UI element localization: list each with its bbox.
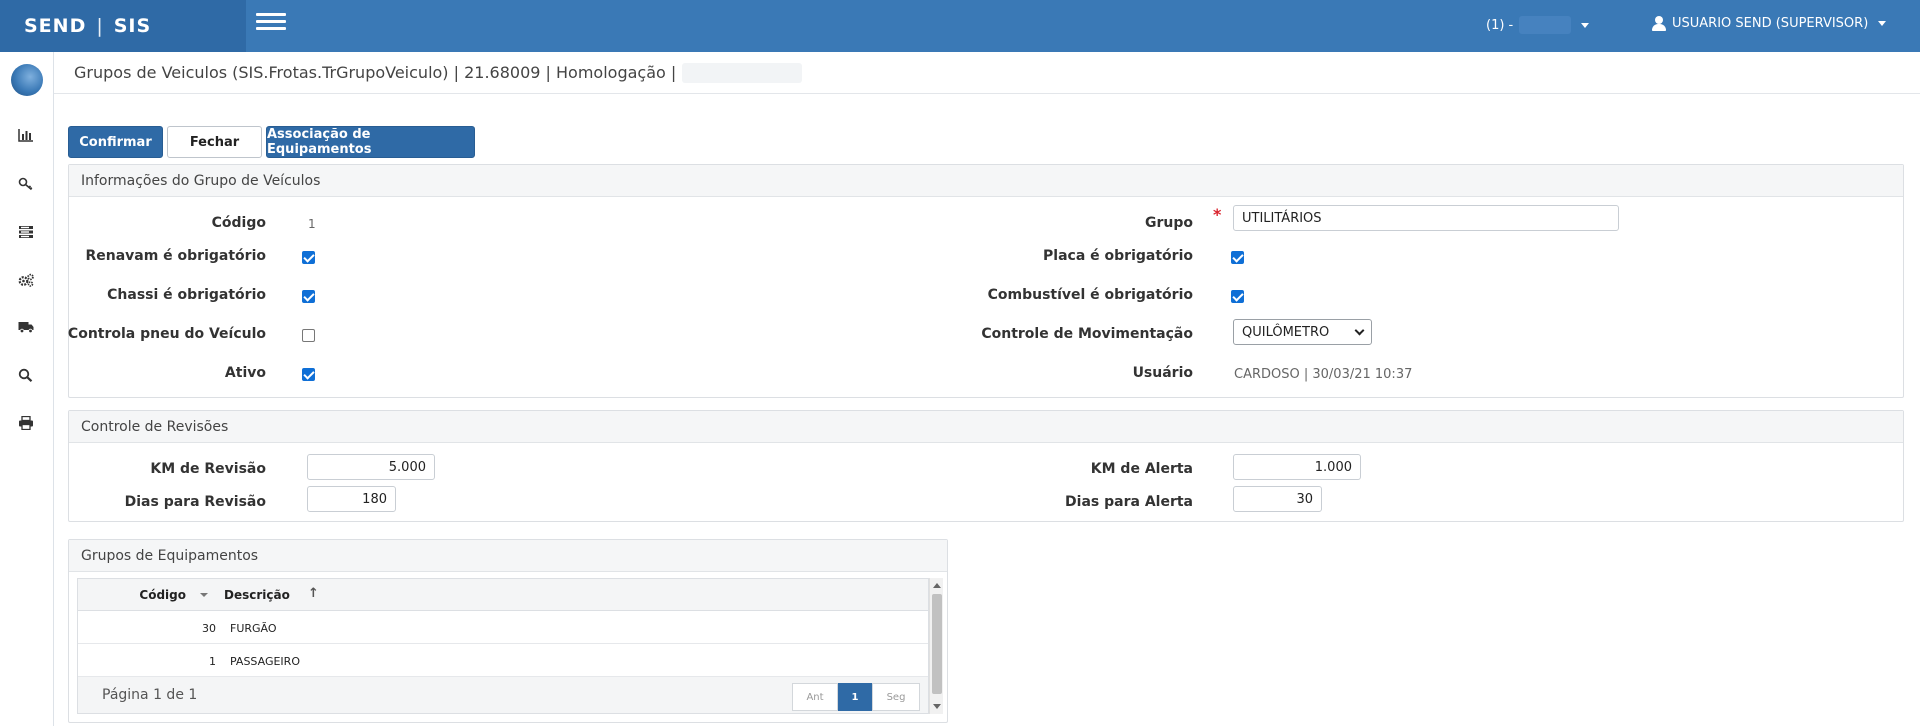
chevron-down-icon	[1581, 22, 1590, 28]
renavam-checkbox[interactable]	[302, 251, 315, 264]
combustivel-label: Combustível é obrigatório	[987, 287, 1193, 303]
company-label: (1) -	[1486, 17, 1514, 33]
next-page-button[interactable]: Seg	[872, 683, 920, 711]
dias-alerta-input[interactable]: 30	[1233, 486, 1322, 512]
column-descricao[interactable]: Descrição	[224, 588, 290, 602]
list-icon[interactable]	[17, 225, 35, 241]
required-marker: *	[1213, 205, 1222, 224]
page-title: Grupos de Veiculos (SIS.Frotas.TrGrupoVe…	[74, 63, 677, 82]
ativo-checkbox[interactable]	[302, 368, 315, 381]
company-selector[interactable]: (1) -	[1486, 16, 1590, 34]
km-alerta-label: KM de Alerta	[1090, 461, 1193, 477]
codigo-label: Código	[211, 215, 266, 231]
revisoes-panel-title: Controle de Revisões	[69, 411, 1903, 443]
row-descricao: PASSAGEIRO	[230, 655, 300, 668]
revisoes-panel: Controle de Revisões KM de Revisão 5.000…	[68, 410, 1904, 522]
equipamentos-grid: Código Descrição ↑ 30 FURGÃO 1 PASSAGEIR…	[77, 578, 929, 714]
equipment-association-button[interactable]: Associação de Equipamentos	[266, 126, 475, 158]
hamburger-menu-icon[interactable]	[256, 13, 286, 35]
company-name-redacted	[1519, 16, 1572, 34]
chassi-checkbox[interactable]	[302, 290, 315, 303]
renavam-label: Renavam é obrigatório	[85, 248, 266, 264]
codigo-value: 1	[308, 217, 316, 231]
grid-footer: Página 1 de 1 Ant 1 Seg	[78, 677, 928, 713]
column-filter-icon[interactable]	[200, 593, 208, 597]
movimentacao-value: QUILÔMETRO	[1242, 324, 1330, 340]
prev-page-button[interactable]: Ant	[792, 683, 838, 711]
user-menu[interactable]: USUARIO SEND (SUPERVISOR)	[1652, 16, 1887, 31]
equipamentos-panel-title: Grupos de Equipamentos	[69, 540, 947, 572]
dias-alerta-label: Dias para Alerta	[1065, 494, 1193, 510]
truck-icon[interactable]	[17, 320, 35, 336]
dias-revisao-label: Dias para Revisão	[124, 494, 266, 510]
close-button[interactable]: Fechar	[167, 126, 262, 158]
scroll-up-icon[interactable]	[933, 583, 941, 588]
chevron-down-icon	[1878, 21, 1887, 26]
chevron-down-icon	[1354, 325, 1365, 335]
info-panel: Informações do Grupo de Veículos Código …	[68, 164, 1904, 398]
grid-header: Código Descrição ↑	[78, 579, 928, 611]
chart-icon[interactable]	[17, 128, 35, 144]
km-revisao-input[interactable]: 5.000	[307, 454, 435, 480]
user-name: USUARIO SEND (SUPERVISOR)	[1672, 16, 1869, 31]
pneu-label: Controla pneu do Veículo	[67, 326, 266, 342]
combustivel-checkbox[interactable]	[1231, 290, 1244, 303]
row-descricao: FURGÃO	[230, 622, 277, 635]
km-alerta-input[interactable]: 1.000	[1233, 454, 1361, 480]
dias-revisao-input[interactable]: 180	[307, 486, 396, 512]
current-page-button[interactable]: 1	[838, 683, 872, 711]
pneu-checkbox[interactable]	[302, 329, 315, 342]
km-revisao-label: KM de Revisão	[150, 461, 266, 477]
search-icon[interactable]	[17, 368, 35, 384]
row-codigo: 30	[202, 622, 216, 635]
table-row[interactable]: 1 PASSAGEIRO	[78, 644, 928, 677]
row-codigo: 1	[209, 655, 216, 668]
info-panel-title: Informações do Grupo de Veículos	[69, 165, 1903, 197]
movimentacao-select[interactable]: QUILÔMETRO	[1233, 319, 1372, 345]
brand-logo[interactable]: SEND | SIS	[0, 0, 246, 52]
brand-product: SIS	[113, 15, 152, 37]
chassi-label: Chassi é obrigatório	[107, 287, 266, 303]
scroll-down-icon[interactable]	[933, 704, 941, 709]
placa-checkbox[interactable]	[1231, 251, 1244, 264]
movimentacao-label: Controle de Movimentação	[981, 326, 1193, 342]
scroll-thumb[interactable]	[932, 594, 942, 694]
brand-separator: |	[96, 15, 104, 37]
usuario-label: Usuário	[1132, 365, 1193, 381]
logo-icon[interactable]	[11, 64, 43, 96]
page-info: Página 1 de 1	[102, 687, 198, 703]
equipamentos-panel: Grupos de Equipamentos Código Descrição …	[68, 539, 948, 723]
top-bar: SEND | SIS (1) - USUARIO SEND (SUPERVISO…	[0, 0, 1920, 52]
page-header: Grupos de Veiculos (SIS.Frotas.TrGrupoVe…	[54, 52, 1920, 94]
brand-name: SEND	[24, 15, 87, 37]
environment-redacted	[682, 62, 803, 83]
grid-scrollbar[interactable]	[929, 578, 943, 714]
key-icon[interactable]	[17, 177, 35, 193]
confirm-button[interactable]: Confirmar	[68, 126, 163, 158]
grupo-input[interactable]: UTILITÁRIOS	[1233, 205, 1619, 231]
sort-ascending-icon[interactable]: ↑	[308, 586, 319, 601]
sidebar	[0, 52, 54, 726]
user-icon	[1652, 16, 1666, 31]
table-row[interactable]: 30 FURGÃO	[78, 611, 928, 644]
usuario-value: CARDOSO | 30/03/21 10:37	[1234, 367, 1413, 382]
gears-icon[interactable]	[17, 273, 35, 289]
print-icon[interactable]	[17, 415, 35, 432]
main-content: Grupos de Veiculos (SIS.Frotas.TrGrupoVe…	[54, 52, 1920, 726]
placa-label: Placa é obrigatório	[1043, 248, 1193, 264]
grupo-label: Grupo	[1144, 215, 1193, 231]
ativo-label: Ativo	[224, 365, 266, 381]
column-codigo[interactable]: Código	[139, 588, 186, 602]
